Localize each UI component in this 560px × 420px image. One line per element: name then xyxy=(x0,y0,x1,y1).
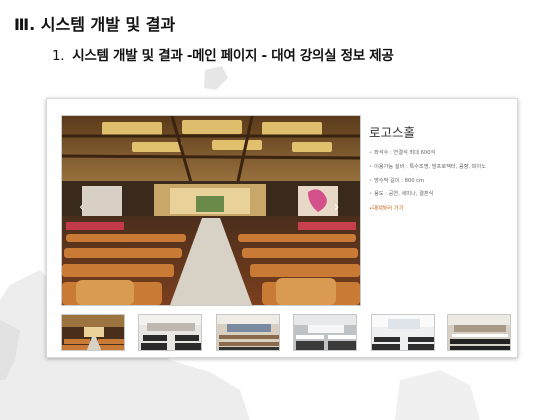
bullet: • xyxy=(369,150,373,156)
thumbnail-lecture-room-1[interactable] xyxy=(293,314,357,351)
spec-text: 좌석수 : 연결석 최대 600석 xyxy=(374,150,436,156)
thumbnail-conference-room[interactable] xyxy=(447,314,511,351)
room-spec-equipment: • 이용가능 설비 : 특수조명, 빔프로젝터, 음향, 피아노 xyxy=(369,163,509,170)
bullet: • xyxy=(369,163,373,170)
thumbnail-seminar-room-2[interactable] xyxy=(216,314,280,351)
room-main-photo xyxy=(61,115,361,306)
reserve-link-text: 대여하러 가기 xyxy=(372,206,404,213)
slide-title: Ⅲ. 시스템 개발 및 결과 xyxy=(14,15,176,34)
reserve-link[interactable]: •대여하러 가기 xyxy=(369,204,509,212)
slide-subtitle: 1. 시스템 개발 및 결과 -메인 페이지 - 대여 강의실 정보 제공 xyxy=(52,44,394,64)
spec-text: 방수막 길이 : 800 cm xyxy=(374,177,425,184)
webpage-screenshot: ‹ › 로고스홀 • 좌석수 : 연결석 최대 600석 • 이용가능 설비 : 특… xyxy=(46,98,518,358)
auditorium-photo xyxy=(62,116,360,305)
room-spec-seats: • 좌석수 : 연결석 최대 600석 xyxy=(369,149,509,156)
room-name: 로고스홀 xyxy=(369,125,416,140)
thumbnail-seminar-room-1[interactable] xyxy=(138,314,202,351)
room-spec-usage: • 용도 : 공연, 세미나, 결혼식 xyxy=(369,190,509,197)
spec-text: 이용가능 설비 : 특수조명, 빔프로젝터, 음향, 피아노 xyxy=(374,163,487,170)
carousel-prev-button[interactable]: ‹ xyxy=(79,201,84,214)
subtitle-number: 1. xyxy=(52,48,65,64)
room-spec-screen: • 방수막 길이 : 800 cm xyxy=(369,177,509,184)
spec-text: 용도 : 공연, 세미나, 결혼식 xyxy=(374,191,434,198)
chevron-right-icon: › xyxy=(334,200,340,215)
chevron-left-icon: ‹ xyxy=(79,200,85,215)
room-info-panel: 로고스홀 • 좌석수 : 연결석 최대 600석 • 이용가능 설비 : 특수조명,… xyxy=(369,122,509,212)
room-thumbnail-strip xyxy=(61,314,511,351)
bullet: • xyxy=(369,191,373,198)
subtitle-text: 시스템 개발 및 결과 -메인 페이지 - 대여 강의실 정보 제공 xyxy=(72,48,394,64)
thumbnail-auditorium[interactable] xyxy=(61,314,125,351)
carousel-next-button[interactable]: › xyxy=(334,201,339,214)
thumbnail-lecture-room-2[interactable] xyxy=(371,314,435,351)
bullet: • xyxy=(369,177,373,184)
